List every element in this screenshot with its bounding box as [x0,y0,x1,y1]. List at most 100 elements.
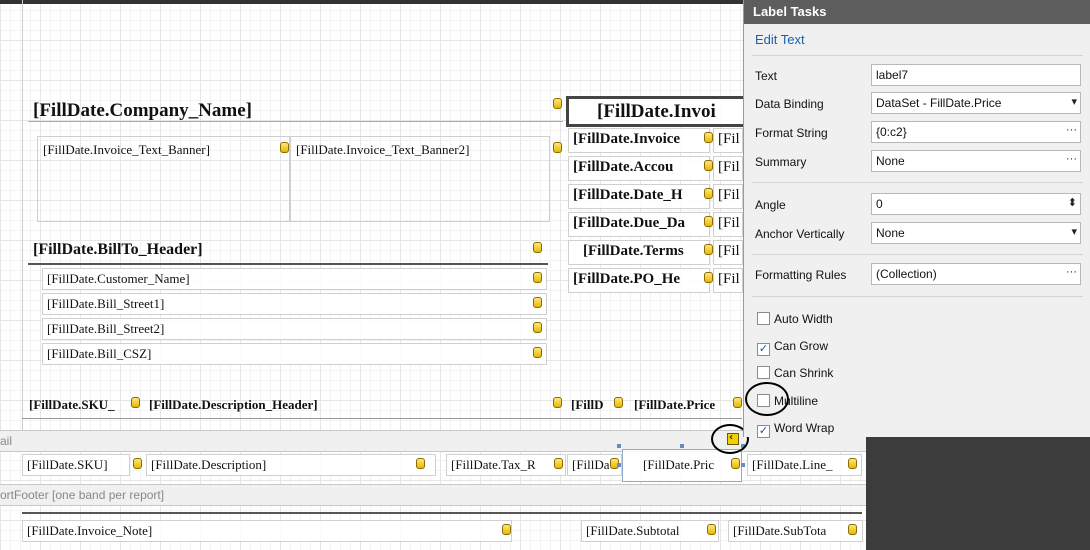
summary-field[interactable]: None ··· [871,150,1081,172]
bill-street2-label[interactable]: [FillDate.Bill_Street2] [42,318,547,340]
can-shrink-checkbox[interactable] [757,366,770,379]
can-grow-label: Can Grow [774,339,829,353]
smart-tag-icon[interactable] [533,347,542,358]
banner1-label[interactable]: [FillDate.Invoice_Text_Banner] [38,139,278,161]
terms-label[interactable]: [FillDate.Terms [568,240,710,265]
smart-tag-icon[interactable] [848,524,857,535]
smart-tag-icon[interactable] [704,160,713,171]
formatting-rules-prop-label: Formatting Rules [755,268,847,282]
smart-tag-icon[interactable] [133,458,142,469]
word-wrap-checkbox-row[interactable]: ✓ Word Wrap [757,421,834,438]
invoice-value[interactable]: [Fil [713,128,743,153]
smart-tag-icon[interactable] [704,272,713,283]
can-grow-checkbox[interactable]: ✓ [757,343,770,356]
divider [752,296,1083,297]
divider [752,55,1083,56]
angle-spinner[interactable]: 0 ⬍ [871,193,1081,215]
can-shrink-label: Can Shrink [774,366,834,380]
smart-tag-icon[interactable] [704,244,713,255]
account-label[interactable]: [FillDate.Accou [568,156,710,181]
smart-tag-icon[interactable] [704,132,713,143]
smart-tag-icon[interactable] [533,297,542,308]
smart-tag-icon[interactable] [553,98,562,109]
chevron-down-icon[interactable]: ▾ [1071,95,1077,108]
data-binding-dropdown[interactable]: DataSet - FillDate.Price ▾ [871,92,1081,114]
smart-tag-icon[interactable] [553,397,562,408]
account-value[interactable]: [Fil [713,156,743,181]
smart-tag-icon[interactable] [553,142,562,153]
detail-price-label-selected[interactable]: [FillDate.Pric [622,449,742,482]
smart-tag-icon[interactable] [554,458,563,469]
workspace-background [866,437,1090,550]
price-header-label[interactable]: [FillDate.Price [629,394,739,416]
detail-sku-label[interactable]: [FillDate.SKU] [22,454,130,476]
resize-handle[interactable] [680,444,684,448]
word-wrap-checkbox[interactable]: ✓ [757,425,770,438]
ellipsis-icon[interactable]: ··· [1066,266,1077,278]
smart-tag-icon[interactable] [704,188,713,199]
anchor-vertically-dropdown[interactable]: None ▾ [871,222,1081,244]
invoice-title-label[interactable]: [FillDate.Invoi [566,96,746,127]
chevron-down-icon[interactable]: ▾ [1071,225,1077,238]
anchor-vertically-prop-label: Anchor Vertically [755,227,845,241]
smart-tag-icon[interactable] [704,216,713,227]
smart-tag-icon[interactable] [416,458,425,469]
ellipsis-icon[interactable]: ··· [1066,153,1077,165]
invoice-label[interactable]: [FillDate.Invoice [568,128,710,153]
resize-handle[interactable] [617,444,621,448]
due-date-label[interactable]: [FillDate.Due_Da [568,212,710,237]
header-underline [22,418,742,419]
customer-name-label[interactable]: [FillDate.Customer_Name] [42,268,547,290]
ruler-top-border [0,0,760,4]
detail-description-label[interactable]: [FillDate.Description] [146,454,436,476]
date-value[interactable]: [Fil [713,184,743,209]
smart-tag-icon[interactable] [848,458,857,469]
due-date-value[interactable]: [Fil [713,212,743,237]
formatting-rules-field[interactable]: (Collection) ··· [871,263,1081,285]
po-header-label[interactable]: [FillDate.PO_He [568,268,710,293]
resize-handle[interactable] [617,463,621,467]
bill-csz-label[interactable]: [FillDate.Bill_CSZ] [42,343,547,365]
po-value[interactable]: [Fil [713,268,743,293]
date-header-label[interactable]: [FillDate.Date_H [568,184,710,209]
smart-tag-icon[interactable] [280,142,289,153]
smart-tag-icon[interactable] [502,524,511,535]
sku-header-label[interactable]: [FillDate.SKU_ [24,394,134,416]
spin-arrows-icon[interactable]: ⬍ [1068,196,1077,209]
word-wrap-label: Word Wrap [774,421,835,435]
bill-street1-label[interactable]: [FillDate.Bill_Street1] [42,293,547,315]
banner2-label[interactable]: [FillDate.Invoice_Text_Banner2] [291,139,541,161]
can-grow-checkbox-row[interactable]: ✓ Can Grow [757,339,828,356]
auto-width-checkbox[interactable] [757,312,770,325]
smart-tag-icon[interactable] [533,242,542,253]
edit-text-link[interactable]: Edit Text [755,32,805,47]
format-string-prop-label: Format String [755,126,828,140]
company-name-label[interactable]: [FillDate.Company_Name] [28,97,548,123]
detail-line-label[interactable]: [FillDate.Line_ [747,454,862,476]
invoice-note-label[interactable]: [FillDate.Invoice_Note] [22,520,512,542]
ellipsis-icon[interactable]: ··· [1066,124,1077,136]
summary-prop-label: Summary [755,155,807,169]
data-binding-prop-label: Data Binding [755,97,824,111]
detail-tax-label[interactable]: [FillDate.Tax_R [446,454,566,476]
smart-tag-icon[interactable] [533,322,542,333]
smart-tag-icon[interactable] [707,524,716,535]
smart-tag-icon[interactable] [731,458,740,469]
report-footer-band-strip[interactable]: ortFooter [one band per report] [0,484,866,506]
description-header-label[interactable]: [FillDate.Description_Header] [144,394,544,416]
billto-header-label[interactable]: [FillDate.BillTo_Header] [28,239,528,261]
resize-handle[interactable] [741,463,745,467]
smart-tag-icon[interactable] [733,397,742,408]
text-field[interactable]: label7 [871,64,1081,86]
subtotal-value[interactable]: [FillDate.SubTota [728,520,863,542]
terms-value[interactable]: [Fil [713,240,743,265]
smart-tag-icon[interactable] [614,397,623,408]
can-shrink-checkbox-row[interactable]: Can Shrink [757,366,833,380]
format-string-field[interactable]: {0:c2} ··· [871,121,1081,143]
label-tasks-panel: Label Tasks Edit Text Text label7 Data B… [743,0,1090,438]
subtotal-label[interactable]: [FillDate.Subtotal [581,520,719,542]
smart-tag-icon[interactable] [131,397,140,408]
smart-tag-icon[interactable] [533,272,542,283]
margin-guide [22,0,23,430]
auto-width-checkbox-row[interactable]: Auto Width [757,312,833,326]
